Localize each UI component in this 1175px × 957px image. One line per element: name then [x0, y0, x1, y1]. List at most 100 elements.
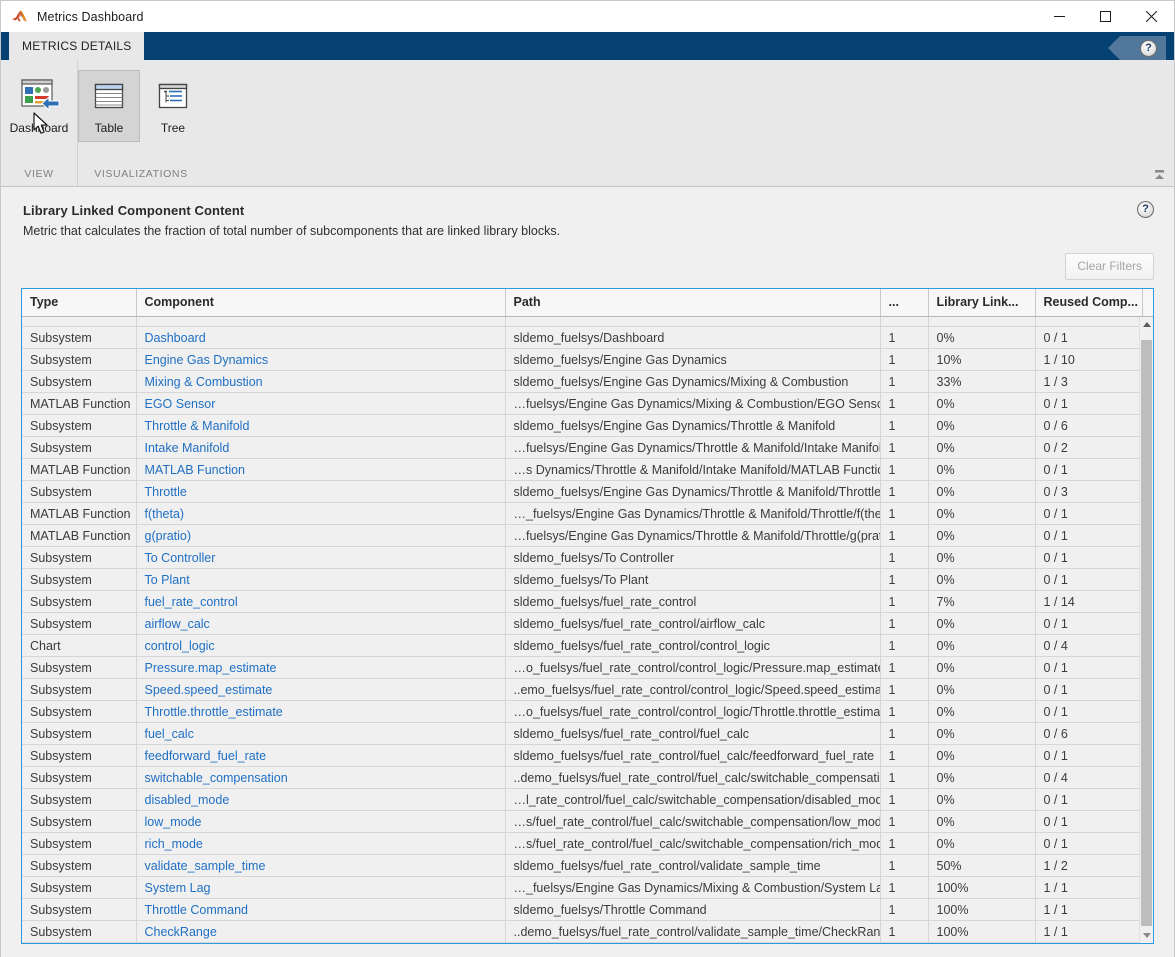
table-cell-component[interactable]: MATLAB Function — [136, 458, 506, 481]
close-button[interactable] — [1128, 1, 1174, 32]
table-row[interactable]: Subsystem To Controller sldemo_fuelsys/To … — [22, 546, 1139, 569]
table-row[interactable]: Subsystem disabled_mode …l_rate_control/fu… — [22, 788, 1139, 811]
tab-metrics-details[interactable]: METRICS DETAILS — [9, 32, 145, 60]
collapse-ribbon-button[interactable] — [1150, 166, 1168, 184]
table-cell-count: 1 — [880, 590, 929, 613]
table-row[interactable]: Subsystem Intake Manifold …fuelsys/Engine … — [22, 436, 1139, 459]
table-row[interactable]: Subsystem rich_mode …s/fuel_rate_control/f… — [22, 832, 1139, 855]
table-cell-component[interactable]: f(theta) — [136, 502, 506, 525]
table-cell-component[interactable]: fuel_calc — [136, 722, 506, 745]
table-scroll-area[interactable]: Subsystem Dashboard sldemo_fuelsys/Dashboa… — [22, 316, 1139, 943]
table-row[interactable]: MATLAB Function MATLAB Function …s Dynamic… — [22, 458, 1139, 481]
table-cell-component[interactable]: control_logic — [136, 634, 506, 657]
table-cell-component[interactable]: validate_sample_time — [136, 854, 506, 877]
table-cell-component[interactable]: Mixing & Combustion — [136, 370, 506, 393]
metrics-dashboard-window: Metrics Dashboard METRICS DETAILS ? Dash… — [0, 0, 1175, 957]
table-cell-component[interactable]: Engine Gas Dynamics — [136, 348, 506, 371]
table-row[interactable]: Subsystem validate_sample_time sldemo_fuel… — [22, 854, 1139, 877]
clear-filters-button[interactable]: Clear Filters — [1065, 253, 1154, 280]
table-row[interactable]: Chart control_logic sldemo_fuelsys/fuel_ra… — [22, 634, 1139, 657]
table-cell-component[interactable]: feedforward_fuel_rate — [136, 744, 506, 767]
table-row[interactable]: Subsystem Throttle & Manifold sldemo_fuels… — [22, 414, 1139, 437]
table-row[interactable]: Subsystem Throttle sldemo_fuelsys/Engine G… — [22, 480, 1139, 503]
scroll-down-button[interactable] — [1140, 928, 1153, 943]
table-row[interactable]: Subsystem Mixing & Combustion sldemo_fuels… — [22, 370, 1139, 393]
table-cell-component[interactable]: Pressure.map_estimate — [136, 656, 506, 679]
table-row[interactable]: Subsystem fuel_rate_control sldemo_fuelsys… — [22, 590, 1139, 613]
table-cell-reused: 0 / 6 — [1035, 722, 1139, 745]
table-cell-component[interactable]: Throttle.throttle_estimate — [136, 700, 506, 723]
table-row[interactable]: Subsystem low_mode …s/fuel_rate_control/fu… — [22, 810, 1139, 833]
table-cell-component[interactable]: Throttle & Manifold — [136, 414, 506, 437]
tree-button[interactable]: Tree — [142, 70, 204, 142]
table-cell-component[interactable]: To Plant — [136, 568, 506, 591]
table-row[interactable]: Subsystem System Lag …_fuelsys/Engine Gas … — [22, 876, 1139, 899]
scrollbar-thumb[interactable] — [1141, 339, 1152, 926]
table-cell-component[interactable]: rich_mode — [136, 832, 506, 855]
table-row[interactable]: Subsystem Throttle Command sldemo_fuelsys/… — [22, 898, 1139, 921]
scroll-up-button[interactable] — [1140, 316, 1153, 332]
table-row[interactable]: Subsystem fuel_calc sldemo_fuelsys/fuel_ra… — [22, 722, 1139, 745]
table-cell-path: sldemo_fuelsys/Engine Gas Dynamics/Throt… — [505, 480, 881, 503]
table-row[interactable]: Subsystem To Plant sldemo_fuelsys/To Plant… — [22, 568, 1139, 591]
table-cell-type: Subsystem — [22, 326, 137, 349]
table-cell-component[interactable]: fuel_rate_control — [136, 590, 506, 613]
table-row-partial[interactable] — [22, 316, 1139, 327]
table-cell-type: MATLAB Function — [22, 524, 137, 547]
table-cell-library_link: 0% — [928, 502, 1036, 525]
table-row[interactable]: Subsystem Engine Gas Dynamics sldemo_fuels… — [22, 348, 1139, 371]
table-cell-component[interactable]: EGO Sensor — [136, 392, 506, 415]
table-cell-count: 1 — [880, 876, 929, 899]
table-row[interactable]: Subsystem airflow_calc sldemo_fuelsys/fuel… — [22, 612, 1139, 635]
table-cell-type: Subsystem — [22, 414, 137, 437]
ribbon-help-button[interactable]: ? — [1108, 36, 1166, 60]
table-row[interactable]: Subsystem Speed.speed_estimate ..emo_fuels… — [22, 678, 1139, 701]
table-cell-path: …o_fuelsys/fuel_rate_control/control_log… — [505, 700, 881, 723]
filter-toolbar: Clear Filters — [21, 238, 1154, 288]
table-row[interactable]: Subsystem Pressure.map_estimate …o_fuelsys… — [22, 656, 1139, 679]
table-cell-type: Subsystem — [22, 744, 137, 767]
table-cell-type: Subsystem — [22, 436, 137, 459]
column-header-library-link[interactable]: Library Link... — [928, 289, 1036, 317]
table-cell-reused: 1 / 1 — [1035, 898, 1139, 921]
table-cell-count: 1 — [880, 392, 929, 415]
column-header-component[interactable]: Component — [136, 289, 506, 317]
column-header-count[interactable]: ... — [880, 289, 929, 317]
table-row[interactable]: Subsystem CheckRange ..demo_fuelsys/fuel_r… — [22, 920, 1139, 943]
maximize-button[interactable] — [1082, 1, 1128, 32]
table-cell-component[interactable]: Dashboard — [136, 326, 506, 349]
scrollbar-track[interactable] — [1140, 331, 1153, 928]
table-cell-count: 1 — [880, 920, 929, 943]
dashboard-button[interactable]: Dashboard — [1, 70, 77, 142]
table-row[interactable]: Subsystem Throttle.throttle_estimate …o_fu… — [22, 700, 1139, 723]
column-header-type[interactable]: Type — [22, 289, 137, 317]
table-row[interactable]: Subsystem switchable_compensation ..demo_f… — [22, 766, 1139, 789]
table-cell-component[interactable]: Speed.speed_estimate — [136, 678, 506, 701]
table-cell-component[interactable]: g(pratio) — [136, 524, 506, 547]
table-cell-component[interactable]: To Controller — [136, 546, 506, 569]
table-row[interactable]: Subsystem Dashboard sldemo_fuelsys/Dashboa… — [22, 326, 1139, 349]
table-row[interactable]: MATLAB Function EGO Sensor …fuelsys/Engine… — [22, 392, 1139, 415]
table-cell-count: 1 — [880, 854, 929, 877]
table-vertical-scrollbar[interactable] — [1139, 316, 1153, 943]
table-row[interactable]: MATLAB Function f(theta) …_fuelsys/Engine … — [22, 502, 1139, 525]
column-header-path[interactable]: Path — [505, 289, 881, 317]
chevron-down-icon — [1142, 933, 1151, 938]
column-header-reused-comp[interactable]: Reused Comp... — [1035, 289, 1143, 317]
table-cell-component[interactable]: airflow_calc — [136, 612, 506, 635]
table-cell-component[interactable]: Throttle Command — [136, 898, 506, 921]
table-cell-component[interactable]: Intake Manifold — [136, 436, 506, 459]
minimize-button[interactable] — [1036, 1, 1082, 32]
table-cell-component[interactable]: CheckRange — [136, 920, 506, 943]
table-row[interactable]: MATLAB Function g(pratio) …fuelsys/Engine … — [22, 524, 1139, 547]
table-row[interactable]: Subsystem feedforward_fuel_rate sldemo_fue… — [22, 744, 1139, 767]
table-button[interactable]: Table — [78, 70, 140, 142]
panel-help-button[interactable]: ? — [1137, 201, 1154, 218]
table-cell-component[interactable]: System Lag — [136, 876, 506, 899]
table-cell-component[interactable]: switchable_compensation — [136, 766, 506, 789]
table-cell-count: 1 — [880, 634, 929, 657]
table-cell-component[interactable]: low_mode — [136, 810, 506, 833]
table-cell-type: Subsystem — [22, 568, 137, 591]
table-cell-component[interactable]: disabled_mode — [136, 788, 506, 811]
table-cell-component[interactable]: Throttle — [136, 480, 506, 503]
